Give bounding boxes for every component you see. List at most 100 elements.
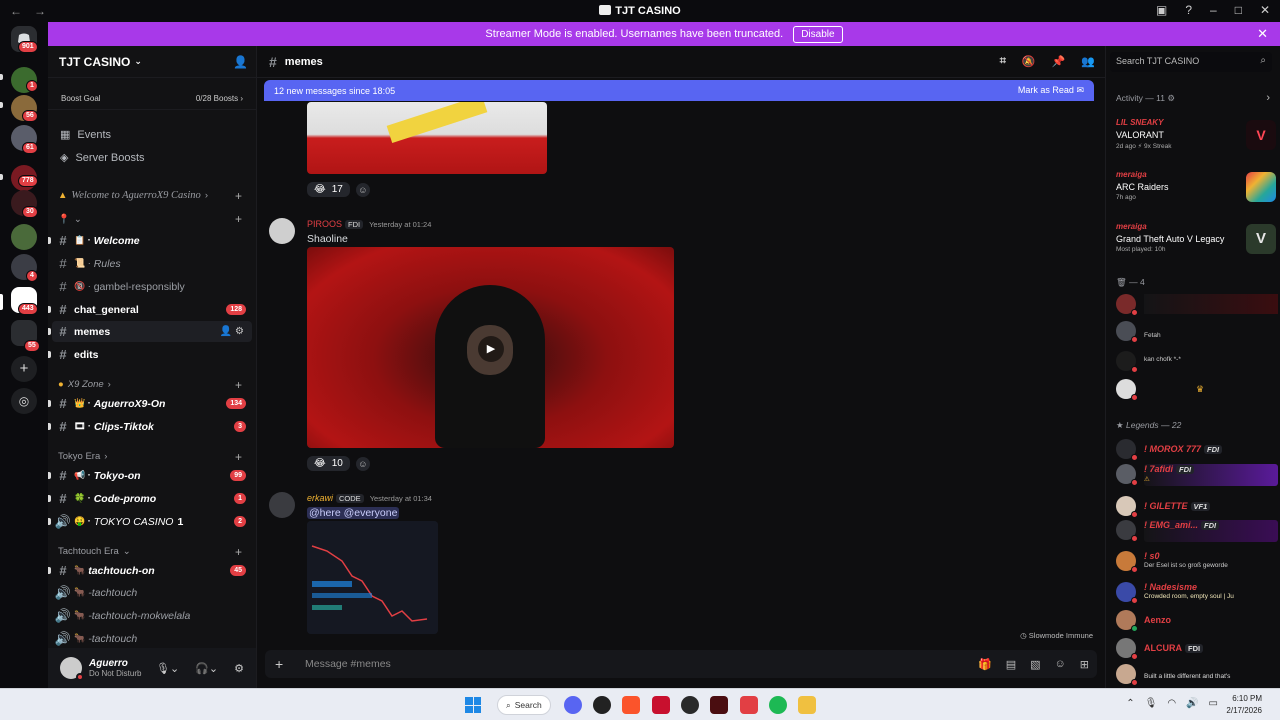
category-tokyo-era[interactable]: Tokyo Era › +	[58, 450, 242, 464]
play-icon[interactable]: ▶	[478, 336, 504, 362]
member-row[interactable]: Fetah	[1116, 321, 1278, 343]
apps-icon[interactable]: ⊞	[1080, 658, 1089, 671]
channel-rules[interactable]: # 📜 · Rules	[52, 253, 252, 274]
disable-button[interactable]: Disable	[793, 25, 843, 43]
headphones-icon[interactable]: 🎧⌄	[195, 662, 218, 675]
author-name[interactable]: PIROOS	[307, 219, 342, 229]
add-reaction-icon[interactable]: ☺	[355, 182, 370, 197]
video-attachment[interactable]: ▶	[307, 247, 674, 448]
app-taskbar-icon[interactable]	[710, 696, 728, 714]
avatar[interactable]	[269, 492, 295, 518]
microphone-icon[interactable]: 🎙	[1145, 698, 1158, 709]
wifi-icon[interactable]: ◠	[1167, 698, 1176, 709]
channel-edits[interactable]: # edits	[48, 344, 252, 365]
taskbar-clock[interactable]: 6:10 PM 2/17/2026	[1226, 693, 1262, 717]
boost-goal[interactable]: Boost Goal 0/28 Boosts ›	[48, 88, 256, 110]
mark-as-read-button[interactable]: Mark as Read ✉	[1018, 85, 1084, 96]
channel-tachtouch-on[interactable]: # 🐂 tachtouch-on 45	[48, 560, 252, 581]
guild-header[interactable]: TJT CASINO ⌄ 👤	[48, 46, 256, 78]
new-messages-bar[interactable]: 12 new messages since 18:05 Mark as Read…	[264, 80, 1094, 101]
category-tachtouch-era[interactable]: Tachtouch Era ⌄ +	[58, 545, 242, 559]
member-row[interactable]: ! s0 Der Esel ist so groß geworde	[1116, 551, 1278, 573]
author-name[interactable]: erkawi	[307, 493, 333, 503]
message-input[interactable]	[305, 658, 905, 670]
notification-bell-icon[interactable]: 🔕	[1022, 55, 1036, 68]
channel-tokyo-on[interactable]: # 📢 · Tokyo-on 99	[48, 465, 252, 486]
activity-card[interactable]: meraiga Grand Theft Auto V Legacy Most p…	[1116, 222, 1276, 268]
close-window-button[interactable]: ✕	[1260, 3, 1270, 17]
sticker-icon[interactable]: ▧	[1030, 658, 1040, 671]
member-row[interactable]: Built a little different and that's	[1116, 664, 1278, 686]
channel-tachtouch-mokwelala-voice[interactable]: 🔊 🐂 -tachtouch-mokwelala	[52, 605, 252, 626]
channel-code-promo[interactable]: # 🍀 · Code-promo 1	[48, 488, 252, 509]
add-channel-icon[interactable]: +	[235, 545, 242, 559]
reaction-laugh[interactable]: 😂 10	[307, 456, 350, 471]
channel-welcome[interactable]: # 📋 · Welcome	[48, 230, 252, 251]
search-input[interactable]: Search TJT CASINO ⌕	[1110, 52, 1272, 72]
taskbar-search[interactable]: ⌕ Search	[497, 695, 551, 715]
member-row[interactable]: ! EMG_ami... FDI	[1116, 520, 1278, 542]
app-taskbar-icon[interactable]	[593, 696, 611, 714]
add-reaction-icon[interactable]: ☺	[355, 456, 370, 471]
minimize-button[interactable]: –	[1210, 3, 1217, 17]
add-channel-icon[interactable]: +	[235, 189, 242, 203]
channel-tachtouch-voice-2[interactable]: 🔊 🐂 -tachtouch	[52, 628, 252, 649]
app-taskbar-icon[interactable]	[740, 696, 758, 714]
member-row[interactable]: Aenzo	[1116, 610, 1278, 632]
volume-icon[interactable]: 🔊	[1186, 698, 1198, 709]
discord-taskbar-icon[interactable]	[564, 696, 582, 714]
avatar[interactable]	[60, 657, 84, 681]
activity-header[interactable]: Activity — 11 ⚙	[1116, 93, 1175, 104]
pin-icon[interactable]: 📌	[1052, 55, 1066, 68]
chevron-up-icon[interactable]: ⌃	[1126, 698, 1134, 709]
brave-taskbar-icon[interactable]	[622, 696, 640, 714]
add-channel-icon[interactable]: +	[235, 378, 242, 392]
category-x9-zone[interactable]: ● X9 Zone › +	[58, 378, 242, 392]
file-explorer-taskbar-icon[interactable]	[798, 696, 816, 714]
add-server-icon[interactable]: +	[11, 356, 37, 382]
member-list-icon[interactable]: 👥	[1081, 55, 1095, 68]
channel-settings-icons[interactable]: 👤 ⚙	[220, 326, 244, 337]
microphone-icon[interactable]: 🎙⌄	[156, 662, 179, 675]
gear-icon[interactable]: ⚙	[234, 662, 244, 675]
channel-clips-tiktok[interactable]: # 🎞 · Clips-Tiktok 3	[48, 416, 252, 437]
chevron-right-icon[interactable]: ›	[1266, 92, 1270, 104]
channel-tokyo-casino-voice[interactable]: 🔊 🤑 · TOKYO CASINO 1 2	[48, 511, 252, 532]
threads-icon[interactable]: ⌗	[1000, 55, 1006, 68]
channel-memes[interactable]: # memes 👤 ⚙	[48, 321, 252, 342]
category-pin[interactable]: 📍 ⌄ +	[58, 212, 242, 226]
inbox-icon[interactable]: ▣	[1156, 3, 1167, 17]
events-item[interactable]: ▦ Events	[60, 128, 111, 142]
add-channel-icon[interactable]: +	[235, 450, 242, 464]
app-taskbar-icon[interactable]	[681, 696, 699, 714]
activity-card[interactable]: LIL SNEAKY VALORANT 2d ago ⚡ 9x Streak V	[1116, 118, 1276, 164]
add-channel-icon[interactable]: +	[235, 212, 242, 226]
category-welcome[interactable]: ▲ Welcome to AguerroX9 Casino › +	[58, 189, 242, 203]
channel-aguerrox9-on[interactable]: # 👑 · AguerroX9-On 134	[48, 393, 252, 414]
channel-tachtouch-voice[interactable]: 🔊 🐂 -tachtouch	[52, 582, 252, 603]
windows-start-icon[interactable]	[465, 697, 481, 713]
member-row[interactable]: ! GILETTE VF1	[1116, 496, 1278, 518]
app-taskbar-icon[interactable]	[652, 696, 670, 714]
help-icon[interactable]: ?	[1185, 3, 1192, 17]
activity-card[interactable]: meraiga ARC Raiders 7h ago	[1116, 170, 1276, 216]
member-row[interactable]: ! MOROX 777 FDI	[1116, 439, 1278, 461]
member-row[interactable]: kan chofk *-*	[1116, 351, 1278, 373]
channel-chat-general[interactable]: # chat_general 128	[48, 299, 252, 320]
image-attachment[interactable]	[307, 102, 547, 174]
image-attachment[interactable]	[307, 521, 438, 634]
gift-icon[interactable]: 🎁	[978, 658, 992, 671]
member-row[interactable]: ♛	[1116, 379, 1278, 401]
member-row[interactable]: ! 7afidi FDI ⚠	[1116, 464, 1278, 486]
emoji-icon[interactable]: ☺	[1055, 658, 1066, 671]
member-row[interactable]: ! Nadesisme Crowded room, empty soul | Ju	[1116, 582, 1278, 604]
maximize-button[interactable]: □	[1235, 3, 1242, 17]
reaction-laugh[interactable]: 😂 17	[307, 182, 350, 197]
member-row[interactable]: ALCURA FDI	[1116, 638, 1278, 660]
server-boosts-item[interactable]: ◈ Server Boosts	[60, 151, 145, 165]
battery-icon[interactable]: ▭	[1209, 698, 1218, 709]
member-row[interactable]	[1116, 294, 1278, 316]
close-icon[interactable]: ✕	[1257, 26, 1268, 42]
channel-gambel-responsibly[interactable]: # 🔞 · gambel-responsibly	[52, 276, 252, 297]
gif-icon[interactable]: ▤	[1006, 658, 1016, 671]
